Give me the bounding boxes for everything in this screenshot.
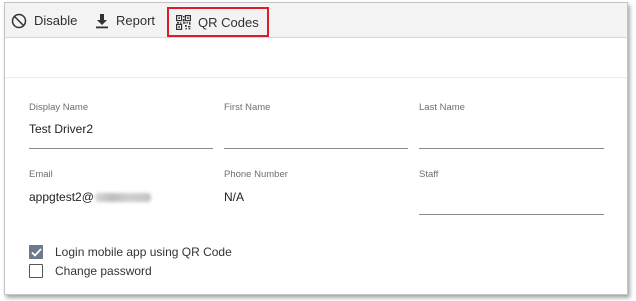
display-name-value: Test Driver2 <box>29 122 94 136</box>
user-detail-window: Disable Report QR Codes Display Name Tes… <box>4 2 628 295</box>
report-button[interactable]: Report <box>95 3 155 38</box>
change-password-checkbox[interactable] <box>29 264 43 278</box>
block-icon <box>11 13 27 29</box>
login-qr-label: Login mobile app using QR Code <box>55 245 232 259</box>
staff-label: Staff <box>419 169 439 180</box>
toolbar: Disable Report QR Codes <box>5 3 627 38</box>
first-name-field[interactable]: First Name <box>224 102 408 150</box>
qr-codes-label: QR Codes <box>198 14 259 30</box>
qr-codes-button[interactable]: QR Codes <box>167 7 269 37</box>
disable-label: Disable <box>34 13 78 28</box>
phone-number-value: N/A <box>224 190 245 204</box>
phone-number-label: Phone Number <box>224 169 288 180</box>
login-qr-option[interactable]: Login mobile app using QR Code <box>29 245 232 259</box>
last-name-label: Last Name <box>419 102 465 113</box>
email-value: appgtest2@ <box>29 190 151 204</box>
first-name-underline <box>224 148 408 149</box>
last-name-field[interactable]: Last Name <box>419 102 604 150</box>
qr-code-icon <box>176 14 191 30</box>
last-name-underline <box>419 148 604 149</box>
display-name-underline <box>29 148 213 149</box>
first-name-label: First Name <box>224 102 271 113</box>
header-spacer <box>5 39 627 77</box>
disable-button[interactable]: Disable <box>11 3 77 38</box>
report-label: Report <box>116 13 156 28</box>
login-qr-checkbox[interactable] <box>29 245 43 259</box>
download-icon <box>95 13 109 29</box>
change-password-option[interactable]: Change password <box>29 264 152 278</box>
staff-field[interactable]: Staff <box>419 169 604 217</box>
phone-number-field[interactable]: Phone Number N/A <box>224 169 408 217</box>
staff-underline <box>419 214 604 215</box>
display-name-field[interactable]: Display Name Test Driver2 <box>29 102 213 150</box>
email-visible-part: appgtest2@ <box>29 190 94 204</box>
checkmark-icon <box>30 247 42 257</box>
email-field[interactable]: Email appgtest2@ <box>29 169 213 217</box>
change-password-label: Change password <box>55 264 152 278</box>
email-label: Email <box>29 169 53 180</box>
display-name-label: Display Name <box>29 102 89 113</box>
user-form-card: Display Name Test Driver2 First Name Las… <box>5 77 627 294</box>
email-redacted-domain <box>94 193 151 203</box>
